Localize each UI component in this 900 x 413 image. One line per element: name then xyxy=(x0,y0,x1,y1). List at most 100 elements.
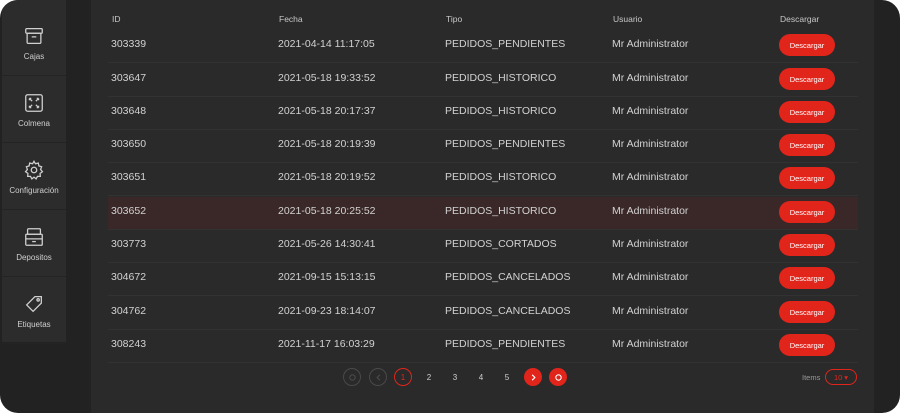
header-usuario: Usuario xyxy=(613,14,643,24)
cell-id: 303339 xyxy=(111,38,147,50)
sidebar-item-etiquetas[interactable]: Etiquetas xyxy=(2,278,66,344)
sidebar-item-cajas[interactable]: Cajas xyxy=(2,10,66,76)
cell-tipo: PEDIDOS_PENDIENTES xyxy=(445,38,566,50)
cell-tipo: PEDIDOS_HISTORICO xyxy=(445,171,557,183)
page-1-button[interactable]: 1 xyxy=(394,368,412,386)
cell-fecha: 2021-05-18 20:25:52 xyxy=(278,205,376,217)
expand-grid-icon xyxy=(25,93,43,112)
cell-tipo: PEDIDOS_CORTADOS xyxy=(445,238,557,250)
cell-usuario: Mr Administrator xyxy=(612,171,689,183)
page-3-button[interactable]: 3 xyxy=(446,368,464,386)
sidebar-item-depositos[interactable]: Depositos xyxy=(2,211,66,277)
table-row: 303651 2021-05-18 20:19:52 PEDIDOS_HISTO… xyxy=(108,163,858,196)
items-per-page-select[interactable]: 10 ▾ xyxy=(825,369,857,385)
cell-fecha: 2021-09-15 15:13:15 xyxy=(278,271,376,283)
page-2-button[interactable]: 2 xyxy=(420,368,438,386)
cell-usuario: Mr Administrator xyxy=(612,338,689,350)
cell-id: 303647 xyxy=(111,72,147,84)
last-page-button[interactable] xyxy=(549,368,567,386)
download-button[interactable]: Descargar xyxy=(779,101,835,123)
cell-id: 303650 xyxy=(111,138,147,150)
cell-usuario: Mr Administrator xyxy=(612,205,689,217)
page-4-button[interactable]: 4 xyxy=(472,368,490,386)
last-page-icon xyxy=(554,373,562,381)
download-button[interactable]: Descargar xyxy=(779,334,835,356)
first-page-icon xyxy=(348,373,356,381)
table-row: 304762 2021-09-23 18:14:07 PEDIDOS_CANCE… xyxy=(108,297,858,330)
cell-usuario: Mr Administrator xyxy=(612,38,689,50)
cell-fecha: 2021-04-14 11:17:05 xyxy=(278,38,375,50)
cell-fecha: 2021-11-17 16:03:29 xyxy=(278,338,375,350)
cell-tipo: PEDIDOS_PENDIENTES xyxy=(445,138,566,150)
download-button[interactable]: Descargar xyxy=(779,267,835,289)
header-tipo: Tipo xyxy=(446,14,463,24)
items-per-page-label: Items xyxy=(802,373,821,382)
download-button[interactable]: Descargar xyxy=(779,201,835,223)
exports-panel: ID Fecha Tipo Usuario Descargar 303339 2… xyxy=(91,0,874,413)
first-page-button[interactable] xyxy=(343,368,361,386)
cell-usuario: Mr Administrator xyxy=(612,305,689,317)
header-descargar: Descargar xyxy=(780,14,820,24)
cell-tipo: PEDIDOS_HISTORICO xyxy=(445,72,557,84)
download-button[interactable]: Descargar xyxy=(779,134,835,156)
download-button[interactable]: Descargar xyxy=(779,34,835,56)
sidebar-item-label: Colmena xyxy=(17,118,50,128)
cell-id: 303652 xyxy=(111,205,147,217)
table-row: 308243 2021-11-17 16:03:29 PEDIDOS_PENDI… xyxy=(108,330,858,363)
download-button[interactable]: Descargar xyxy=(779,68,835,90)
prev-page-button[interactable] xyxy=(369,368,387,386)
cell-tipo: PEDIDOS_CANCELADOS xyxy=(445,271,571,283)
cell-id: 304672 xyxy=(111,271,147,283)
download-button[interactable]: Descargar xyxy=(779,301,835,323)
cell-fecha: 2021-09-23 18:14:07 xyxy=(278,305,376,317)
cell-tipo: PEDIDOS_CANCELADOS xyxy=(445,305,571,317)
cell-id: 303648 xyxy=(111,105,147,117)
cell-usuario: Mr Administrator xyxy=(612,238,689,250)
chevron-right-icon xyxy=(531,373,536,381)
cell-fecha: 2021-05-26 14:30:41 xyxy=(278,238,376,250)
header-id: ID xyxy=(112,14,121,24)
table-row: 303339 2021-04-14 11:17:05 PEDIDOS_PENDI… xyxy=(108,30,858,63)
download-button[interactable]: Descargar xyxy=(779,167,835,189)
table-row: 304672 2021-09-15 15:13:15 PEDIDOS_CANCE… xyxy=(108,263,858,296)
gear-icon xyxy=(24,159,44,180)
items-per-page-value: 10 xyxy=(833,372,843,382)
caret-down-icon: ▾ xyxy=(844,372,849,382)
sidebar-item-colmena[interactable]: Colmena xyxy=(2,77,66,143)
cell-usuario: Mr Administrator xyxy=(612,271,689,283)
cell-id: 303773 xyxy=(111,238,147,250)
sidebar-item-label: Configuración xyxy=(9,185,59,195)
table-row: 303647 2021-05-18 19:33:52 PEDIDOS_HISTO… xyxy=(108,64,858,97)
table-row: 303650 2021-05-18 20:19:39 PEDIDOS_PENDI… xyxy=(108,130,858,163)
cell-usuario: Mr Administrator xyxy=(612,105,689,117)
tag-icon xyxy=(25,295,42,312)
cell-fecha: 2021-05-18 19:33:52 xyxy=(278,72,376,84)
download-button[interactable]: Descargar xyxy=(779,234,835,256)
cell-fecha: 2021-05-18 20:17:37 xyxy=(278,105,376,117)
sidebar-item-label: Cajas xyxy=(23,51,45,61)
table-row: 303652 2021-05-18 20:25:52 PEDIDOS_HISTO… xyxy=(108,197,858,230)
table-row: 303773 2021-05-26 14:30:41 PEDIDOS_CORTA… xyxy=(108,230,858,263)
next-page-button[interactable] xyxy=(524,368,542,386)
header-fecha: Fecha xyxy=(279,14,303,24)
sidebar-item-label: Depositos xyxy=(16,252,52,262)
cell-usuario: Mr Administrator xyxy=(612,138,689,150)
chevron-left-icon xyxy=(375,373,380,381)
page-5-button[interactable]: 5 xyxy=(498,368,516,386)
sidebar: Cajas Colmena Configuración Depositos Et… xyxy=(2,0,66,344)
cell-fecha: 2021-05-18 20:19:52 xyxy=(278,171,376,183)
sidebar-item-label: Etiquetas xyxy=(17,319,51,329)
cell-tipo: PEDIDOS_HISTORICO xyxy=(445,105,557,117)
warehouse-icon xyxy=(25,227,43,246)
box-icon xyxy=(25,27,43,44)
cell-tipo: PEDIDOS_PENDIENTES xyxy=(445,338,566,350)
table-row: 303648 2021-05-18 20:17:37 PEDIDOS_HISTO… xyxy=(108,97,858,130)
cell-id: 304762 xyxy=(111,305,147,317)
cell-usuario: Mr Administrator xyxy=(612,72,689,84)
sidebar-item-configuracion[interactable]: Configuración xyxy=(2,144,66,210)
app-window: Cajas Colmena Configuración Depositos Et… xyxy=(0,0,900,413)
cell-id: 303651 xyxy=(111,171,147,183)
cell-fecha: 2021-05-18 20:19:39 xyxy=(278,138,376,150)
cell-id: 308243 xyxy=(111,338,147,350)
cell-tipo: PEDIDOS_HISTORICO xyxy=(445,205,557,217)
